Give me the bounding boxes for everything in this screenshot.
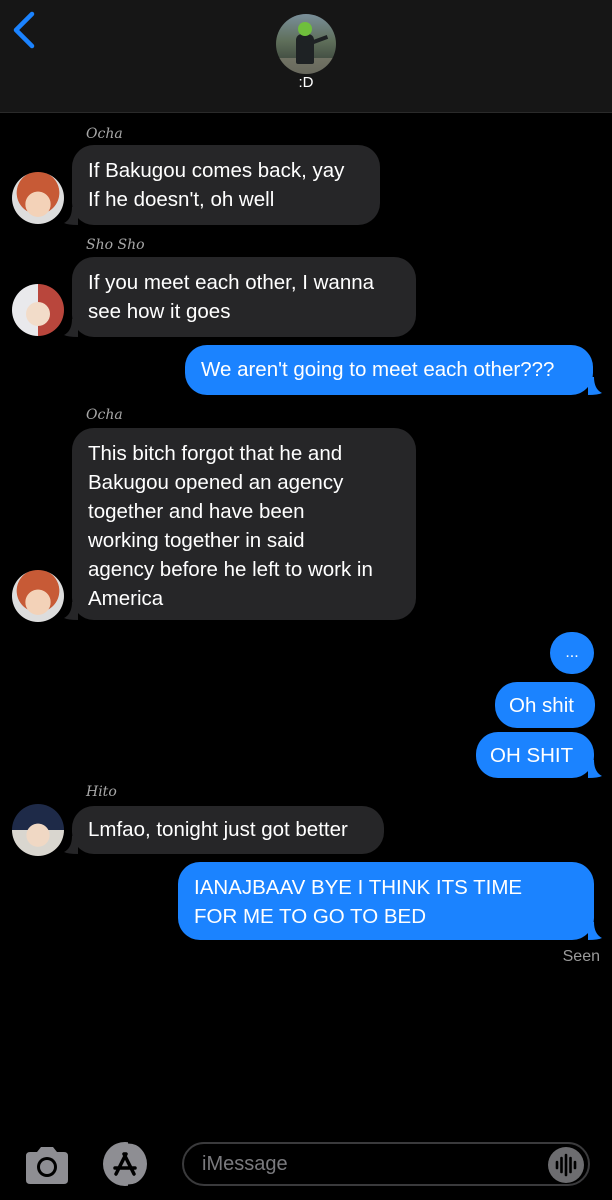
message-bubble[interactable]: OH SHIT — [476, 732, 594, 778]
bubble-tail — [588, 377, 602, 395]
message-bubble[interactable]: Lmfao, tonight just got better — [72, 806, 384, 854]
audio-message-button[interactable] — [548, 1147, 584, 1183]
avatar[interactable] — [12, 804, 64, 856]
message-bubble[interactable]: If Bakugou comes back, yay If he doesn't… — [72, 145, 380, 225]
message-bubble[interactable]: This bitch forgot that he and Bakugou op… — [72, 428, 416, 620]
message-input[interactable]: iMessage — [182, 1142, 590, 1186]
message-bubble[interactable]: We aren't going to meet each other??? — [185, 345, 593, 395]
sender-name: Ocha — [86, 126, 123, 142]
app-store-button[interactable] — [100, 1140, 154, 1188]
message-bubble[interactable]: Oh shit — [495, 682, 595, 728]
bubble-tail — [64, 836, 78, 854]
message-input-placeholder: iMessage — [202, 1153, 288, 1175]
camera-button[interactable] — [22, 1146, 72, 1190]
bubble-tail — [588, 922, 602, 940]
message-bubble[interactable]: ... — [550, 632, 594, 674]
conversation-header: :D — [0, 0, 612, 113]
app-store-icon — [103, 1140, 152, 1188]
avatar[interactable] — [12, 284, 64, 336]
sender-name: Sho Sho — [86, 237, 145, 253]
bubble-tail — [64, 207, 78, 225]
group-avatar[interactable] — [276, 14, 336, 74]
bubble-tail — [64, 602, 78, 620]
read-receipt: Seen — [562, 948, 600, 965]
message-bubble[interactable]: If you meet each other, I wanna see how … — [72, 257, 416, 337]
avatar[interactable] — [12, 570, 64, 622]
sender-name: Ocha — [86, 407, 123, 423]
chevron-left-icon — [13, 11, 35, 49]
camera-icon — [26, 1147, 68, 1184]
avatar[interactable] — [12, 172, 64, 224]
back-button[interactable] — [8, 8, 44, 52]
audio-waveform-icon — [555, 1153, 577, 1177]
sender-name: Hito — [86, 784, 117, 800]
compose-bar: iMessage — [0, 1128, 612, 1200]
message-bubble[interactable]: IANAJBAAV BYE I THINK ITS TIME FOR ME TO… — [178, 862, 594, 940]
bubble-tail — [588, 760, 602, 778]
group-name[interactable]: :D — [0, 74, 612, 91]
bubble-tail — [64, 319, 78, 337]
